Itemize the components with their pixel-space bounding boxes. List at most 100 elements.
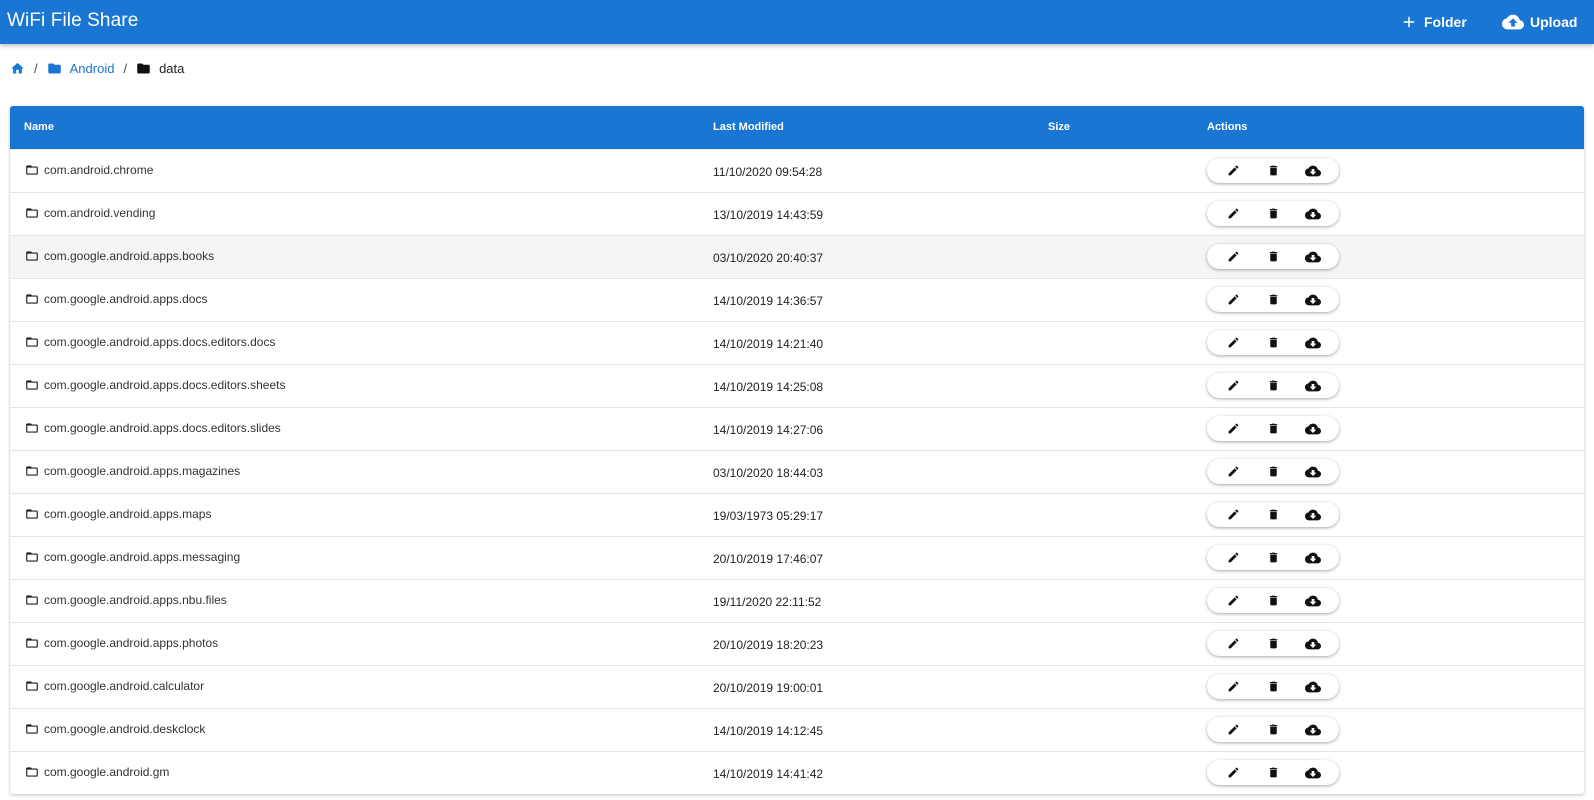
file-table: Name Last Modified Size Actions com.andr… [10, 106, 1584, 794]
file-name: com.android.chrome [44, 163, 154, 177]
table-row[interactable]: com.google.android.gm 14/10/2019 14:41:4… [10, 751, 1584, 794]
table-row[interactable]: com.google.android.apps.photos 20/10/201… [10, 622, 1584, 665]
file-name-cell[interactable]: com.google.android.apps.docs.editors.she… [25, 378, 285, 392]
rename-button[interactable] [1221, 374, 1245, 398]
delete-button[interactable] [1261, 718, 1285, 742]
delete-button[interactable] [1261, 374, 1285, 398]
download-button[interactable] [1301, 374, 1325, 398]
file-name-cell[interactable]: com.google.android.apps.nbu.files [25, 593, 227, 607]
rename-button[interactable] [1221, 159, 1245, 183]
table-row[interactable]: com.google.android.deskclock 14/10/2019 … [10, 708, 1584, 751]
file-name-cell[interactable]: com.google.android.apps.docs [25, 292, 207, 306]
file-name: com.google.android.apps.docs.editors.sli… [44, 421, 281, 435]
file-name-cell[interactable]: com.google.android.apps.docs.editors.sli… [25, 421, 281, 435]
folder-icon [137, 63, 150, 73]
table-row[interactable]: com.android.vending 13/10/2019 14:43:59 [10, 192, 1584, 235]
delete-button[interactable] [1261, 417, 1285, 441]
trash-icon [1269, 294, 1277, 305]
rename-button[interactable] [1221, 675, 1245, 699]
table-row[interactable]: com.google.android.apps.docs 14/10/2019 … [10, 278, 1584, 321]
rename-button[interactable] [1221, 589, 1245, 613]
table-row[interactable]: com.google.android.apps.docs.editors.doc… [10, 321, 1584, 364]
delete-button[interactable] [1261, 331, 1285, 355]
delete-button[interactable] [1261, 460, 1285, 484]
download-button[interactable] [1301, 503, 1325, 527]
rename-button[interactable] [1221, 761, 1245, 785]
rename-button[interactable] [1221, 632, 1245, 656]
rename-button[interactable] [1221, 331, 1245, 355]
table-row[interactable]: com.google.android.apps.books 03/10/2020… [10, 235, 1584, 278]
file-name-cell[interactable]: com.google.android.apps.photos [25, 636, 218, 650]
download-button[interactable] [1301, 460, 1325, 484]
file-name-cell[interactable]: com.google.android.deskclock [25, 722, 205, 736]
breadcrumb-label: data [159, 60, 185, 76]
breadcrumb-item-android[interactable]: Android [47, 61, 114, 76]
file-name: com.google.android.apps.maps [44, 507, 212, 521]
trash-icon [1269, 208, 1277, 219]
last-modified: 20/10/2019 19:00:01 [713, 681, 824, 695]
cloud-download-icon [1305, 681, 1321, 692]
row-actions [1207, 502, 1339, 527]
file-name-cell[interactable]: com.google.android.apps.magazines [25, 464, 240, 478]
download-button[interactable] [1301, 202, 1325, 226]
row-actions [1207, 545, 1339, 570]
download-button[interactable] [1301, 546, 1325, 570]
new-folder-button[interactable]: Folder [1400, 0, 1467, 44]
rename-button[interactable] [1221, 503, 1245, 527]
delete-button[interactable] [1261, 675, 1285, 699]
table-row[interactable]: com.google.android.apps.docs.editors.she… [10, 364, 1584, 407]
file-name-cell[interactable]: com.android.vending [25, 206, 155, 220]
table-row[interactable]: com.google.android.apps.nbu.files 19/11/… [10, 579, 1584, 622]
rename-button[interactable] [1221, 718, 1245, 742]
table-row[interactable]: com.android.chrome 11/10/2020 09:54:28 [10, 149, 1584, 192]
download-button[interactable] [1301, 245, 1325, 269]
download-button[interactable] [1301, 331, 1325, 355]
download-button[interactable] [1301, 417, 1325, 441]
table-row[interactable]: com.google.android.calculator 20/10/2019… [10, 665, 1584, 708]
rename-button[interactable] [1221, 460, 1245, 484]
delete-button[interactable] [1261, 761, 1285, 785]
table-row[interactable]: com.google.android.apps.magazines 03/10/… [10, 450, 1584, 493]
column-header-modified[interactable]: Last Modified [713, 121, 784, 133]
cloud-download-icon [1305, 466, 1321, 477]
last-modified: 14/10/2019 14:25:08 [713, 380, 824, 394]
table-row[interactable]: com.google.android.apps.messaging 20/10/… [10, 536, 1584, 579]
download-button[interactable] [1301, 589, 1325, 613]
upload-button[interactable]: Upload [1502, 0, 1577, 44]
delete-button[interactable] [1261, 589, 1285, 613]
delete-button[interactable] [1261, 202, 1285, 226]
download-button[interactable] [1301, 159, 1325, 183]
cloud-download-icon [1305, 380, 1321, 391]
rename-button[interactable] [1221, 202, 1245, 226]
delete-button[interactable] [1261, 632, 1285, 656]
row-actions [1207, 330, 1339, 355]
table-row[interactable]: com.google.android.apps.maps 19/03/1973 … [10, 493, 1584, 536]
delete-button[interactable] [1261, 159, 1285, 183]
file-name-cell[interactable]: com.android.chrome [25, 163, 153, 177]
download-button[interactable] [1301, 761, 1325, 785]
column-header-size[interactable]: Size [1048, 121, 1070, 133]
rename-button[interactable] [1221, 288, 1245, 312]
delete-button[interactable] [1261, 288, 1285, 312]
rename-button[interactable] [1221, 546, 1245, 570]
file-name-cell[interactable]: com.google.android.apps.docs.editors.doc… [25, 335, 275, 349]
delete-button[interactable] [1261, 546, 1285, 570]
trash-icon [1269, 681, 1277, 692]
rename-button[interactable] [1221, 245, 1245, 269]
download-button[interactable] [1301, 675, 1325, 699]
delete-button[interactable] [1261, 503, 1285, 527]
file-name-cell[interactable]: com.google.android.apps.books [25, 249, 214, 263]
file-name-cell[interactable]: com.google.android.apps.maps [25, 507, 211, 521]
download-button[interactable] [1301, 632, 1325, 656]
breadcrumb-home[interactable] [10, 61, 25, 76]
file-name-cell[interactable]: com.google.android.calculator [25, 679, 204, 693]
download-button[interactable] [1301, 288, 1325, 312]
table-row[interactable]: com.google.android.apps.docs.editors.sli… [10, 407, 1584, 450]
file-name-cell[interactable]: com.google.android.apps.messaging [25, 550, 240, 564]
download-button[interactable] [1301, 718, 1325, 742]
column-header-name[interactable]: Name [24, 121, 54, 133]
file-name-cell[interactable]: com.google.android.gm [25, 765, 169, 779]
folder-outline-icon [26, 423, 38, 433]
rename-button[interactable] [1221, 417, 1245, 441]
delete-button[interactable] [1261, 245, 1285, 269]
